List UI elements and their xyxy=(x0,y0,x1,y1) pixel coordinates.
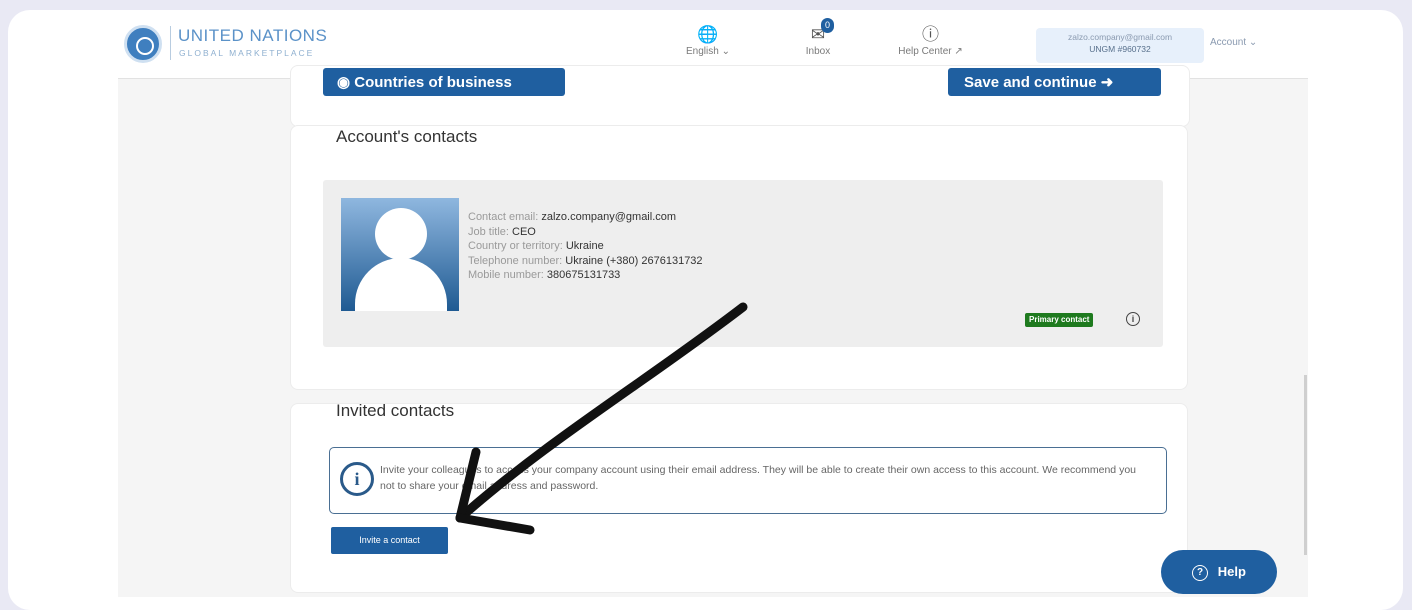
annotation-arrow-icon xyxy=(455,302,748,535)
help-fab-button[interactable]: ? Help xyxy=(1161,550,1277,594)
screenshot-frame: UNITED NATIONS GLOBAL MARKETPLACE 🌐 Engl… xyxy=(8,10,1403,610)
help-fab-label: Help xyxy=(1217,564,1246,579)
question-circle-icon: ? xyxy=(1192,564,1209,581)
